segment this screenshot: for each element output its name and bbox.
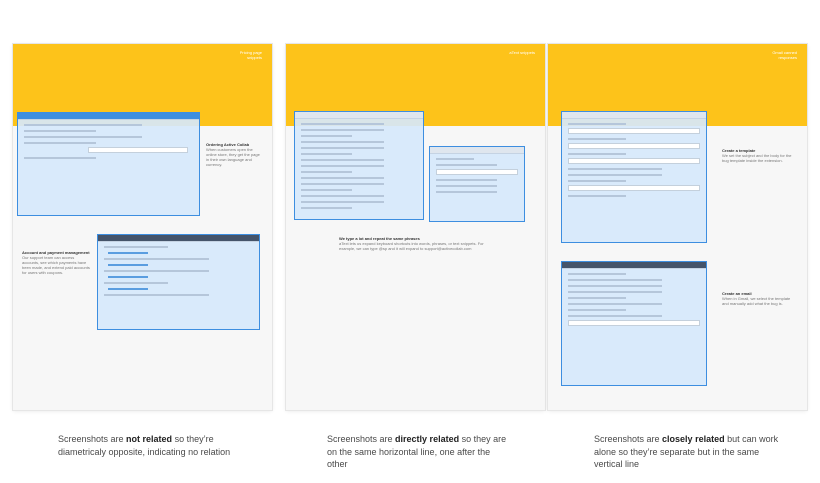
panel-tag: Gmail canned responses [772,50,797,60]
screenshot-atext-app [294,111,424,220]
panel-not-related: Pricing page snippets Ordering Active Co… [13,44,272,410]
screenshot-gmail-email [561,261,707,386]
panel-directly-related: aText snippets We type a lot and repeat … [286,44,545,410]
screenshot-atext-expansion [429,146,525,222]
desc-create-email: Create an email When in Gmail, we select … [722,291,791,306]
desc-atext: We type a lot and repeat the same phrase… [339,236,484,251]
panel-closely-related: Gmail canned responses Create a template… [548,44,807,410]
desc-create-template: Create a template We set the subject and … [722,148,792,163]
screenshot-account-page [97,234,260,330]
screenshot-edit-template [561,111,707,243]
panel-tag: Pricing page snippets [239,50,262,60]
panel-tag: aText snippets [509,50,535,55]
caption-directly-related: Screenshots are directly related so they… [327,434,507,469]
caption-closely-related: Screenshots are closely related but can … [594,434,779,469]
caption-not-related: Screenshots are not related so they’re d… [58,434,231,457]
desc-account-management: Account and payment management Our suppor… [22,250,90,275]
screenshot-order-page [17,112,200,216]
desc-ordering: Ordering Active Collab When customers ope… [206,142,260,167]
